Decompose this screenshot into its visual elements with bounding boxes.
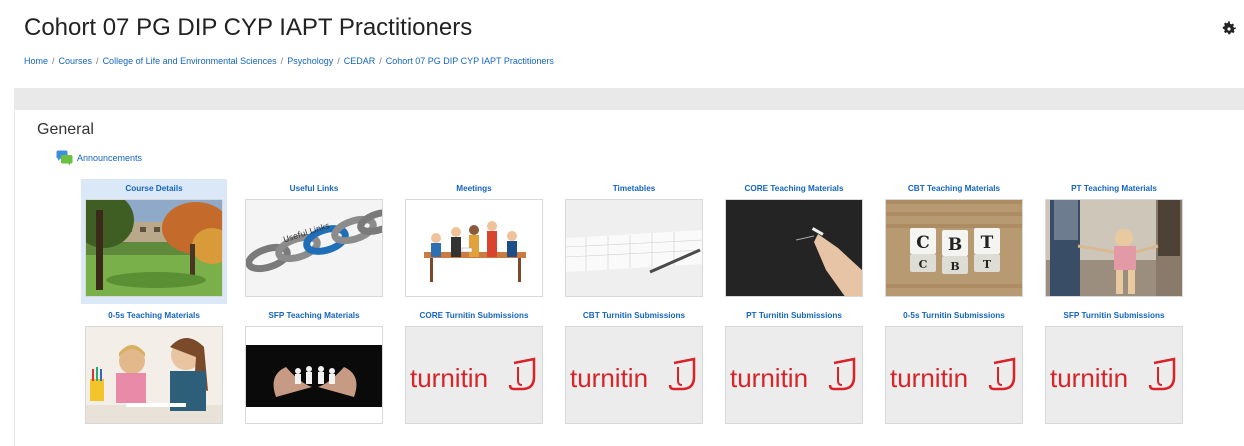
tile-label: Useful Links — [289, 184, 339, 193]
turnitin-wordmark: turnitin — [730, 363, 808, 393]
course-content: General Announcements Course Details Use… — [14, 110, 1244, 446]
tile-cbt-turnitin-submissions[interactable]: CBT Turnitin Submissions turnitin — [561, 306, 707, 431]
tile-label: SFP Turnitin Submissions — [1063, 311, 1165, 320]
tile-meetings[interactable]: Meetings — [401, 179, 547, 304]
breadcrumb-separator: / — [52, 56, 55, 66]
tile-sfp-teaching-materials[interactable]: SFP Teaching Materials — [241, 306, 387, 431]
course-nav-bar — [14, 88, 1244, 110]
turnitin-wordmark: turnitin — [570, 363, 648, 393]
tile-label: Meetings — [456, 184, 492, 193]
chalkboard-hand-photo — [725, 199, 863, 297]
parents-child-walking-photo — [1045, 199, 1183, 297]
breadcrumb: Home / Courses / College of Life and Environ… — [24, 56, 554, 66]
turnitin-logo: turnitin — [885, 326, 1023, 424]
cube-letter: C — [919, 258, 928, 271]
cube-letter: T — [983, 258, 992, 271]
cube-letter: B — [948, 235, 962, 255]
tile-core-teaching-materials[interactable]: CORE Teaching Materials — [721, 179, 867, 304]
cube-letter: B — [950, 260, 959, 273]
cbt-letter-cubes-photo: C B T C B T — [885, 199, 1023, 297]
tile-pt-teaching-materials[interactable]: PT Teaching Materials — [1041, 179, 1187, 304]
tile-0-5s-turnitin-submissions[interactable]: 0-5s Turnitin Submissions turnitin — [881, 306, 1027, 431]
turnitin-logo: turnitin — [725, 326, 863, 424]
tile-label: PT Teaching Materials — [1071, 184, 1157, 193]
turnitin-wordmark: turnitin — [890, 363, 968, 393]
tile-course-details[interactable]: Course Details — [81, 179, 227, 304]
tile-label: Timetables — [612, 184, 656, 193]
tile-label: PT Turnitin Submissions — [746, 311, 842, 320]
course-header: Cohort 07 PG DIP CYP IAPT Practitioners … — [0, 0, 1244, 88]
tile-sfp-turnitin-submissions[interactable]: SFP Turnitin Submissions turnitin — [1041, 306, 1187, 431]
breadcrumb-separator: / — [96, 56, 99, 66]
breadcrumb-separator: / — [337, 56, 340, 66]
turnitin-logo: turnitin — [565, 326, 703, 424]
forum-icon — [56, 150, 73, 166]
meeting-people-illustration — [405, 199, 543, 297]
tile-core-turnitin-submissions[interactable]: CORE Turnitin Submissions turnitin — [401, 306, 547, 431]
breadcrumb-home[interactable]: Home — [24, 56, 48, 66]
turnitin-wordmark: turnitin — [1050, 363, 1128, 393]
tile-0-5s-teaching-materials[interactable]: 0-5s Teaching Materials — [81, 306, 227, 431]
breadcrumb-courses[interactable]: Courses — [59, 56, 93, 66]
cube-letter: C — [916, 233, 930, 253]
section-title: General — [37, 121, 94, 138]
breadcrumb-college[interactable]: College of Life and Environmental Scienc… — [103, 56, 277, 66]
chain-links-photo: Useful Links — [245, 199, 383, 297]
turnitin-logo: turnitin — [405, 326, 543, 424]
tile-label: SFP Teaching Materials — [268, 311, 360, 320]
tile-label: 0-5s Turnitin Submissions — [903, 311, 1005, 320]
announcements-link[interactable]: Announcements — [56, 149, 142, 167]
campus-trees-photo — [85, 199, 223, 297]
tile-pt-turnitin-submissions[interactable]: PT Turnitin Submissions turnitin — [721, 306, 867, 431]
gear-icon[interactable] — [1221, 20, 1237, 36]
tile-useful-links[interactable]: Useful Links Useful Links — [241, 179, 387, 304]
breadcrumb-separator: / — [379, 56, 382, 66]
tile-label: CORE Teaching Materials — [744, 184, 844, 193]
breadcrumb-current-course[interactable]: Cohort 07 PG DIP CYP IAPT Practitioners — [386, 56, 554, 66]
hands-paper-family-photo — [245, 326, 383, 424]
tile-label: Course Details — [125, 184, 183, 193]
tile-cbt-teaching-materials[interactable]: CBT Teaching Materials C B T C B T — [881, 179, 1027, 304]
tile-label: 0-5s Teaching Materials — [108, 311, 200, 320]
turnitin-logo: turnitin — [1045, 326, 1183, 424]
breadcrumb-separator: / — [280, 56, 284, 66]
turnitin-wordmark: turnitin — [410, 363, 488, 393]
calendar-pen-photo — [565, 199, 703, 297]
mother-child-drawing-photo — [85, 326, 223, 424]
page-title: Cohort 07 PG DIP CYP IAPT Practitioners — [24, 14, 473, 41]
tile-timetables[interactable]: Timetables — [561, 179, 707, 304]
announcements-label: Announcements — [77, 153, 143, 163]
breadcrumb-cedar[interactable]: CEDAR — [344, 56, 376, 66]
breadcrumb-psychology[interactable]: Psychology — [287, 56, 333, 66]
cube-letter: T — [981, 233, 994, 253]
tile-label: CBT Turnitin Submissions — [582, 311, 686, 320]
tile-label: CBT Teaching Materials — [907, 184, 1001, 193]
tile-label: CORE Turnitin Submissions — [419, 311, 529, 320]
